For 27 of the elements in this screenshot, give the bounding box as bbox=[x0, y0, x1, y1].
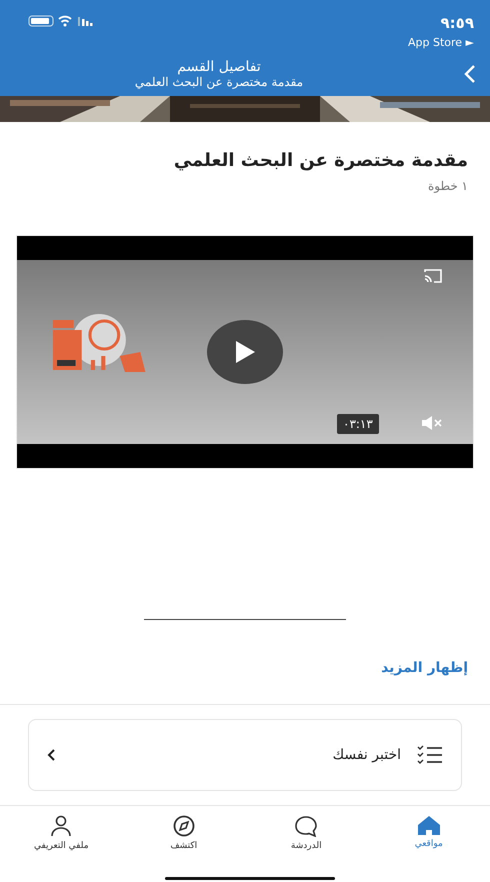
back-icon[interactable] bbox=[464, 64, 476, 84]
show-more-link[interactable]: إظهار المزيد bbox=[381, 660, 468, 676]
chevron-icon bbox=[47, 749, 55, 761]
tab-bar-item[interactable]: مواقعي bbox=[368, 814, 490, 852]
user-icon bbox=[49, 815, 74, 837]
tab-bar-item[interactable]: الدردشة bbox=[245, 814, 368, 852]
tab-bar-item[interactable]: ملفي التعريفي bbox=[0, 814, 122, 852]
status-time: ٩:٥٩ bbox=[440, 14, 474, 32]
quiz-label: اختبر نفسك bbox=[332, 747, 401, 763]
home-icon bbox=[416, 815, 441, 835]
checklist-icon bbox=[417, 745, 443, 765]
header-title: تفاصيل القسم bbox=[177, 59, 261, 75]
signal-icon bbox=[78, 17, 92, 26]
play-icon bbox=[234, 340, 256, 364]
section-title: مقدمة مختصرة عن البحث العلمي bbox=[172, 150, 468, 171]
tab-bar-item[interactable]: اكتشف bbox=[122, 814, 245, 852]
back-to-app-link[interactable]: App Store ► bbox=[408, 36, 474, 49]
header-subtitle: مقدمة مختصرة عن البحث العلمي bbox=[134, 75, 304, 89]
wifi-icon bbox=[58, 16, 72, 26]
video-duration: ٠٣:١٣ bbox=[337, 414, 379, 434]
video-player[interactable]: ٠٣:١٣ bbox=[16, 235, 474, 469]
cast-icon[interactable] bbox=[423, 268, 443, 284]
compass-icon bbox=[172, 815, 196, 837]
battery-icon bbox=[28, 16, 54, 26]
quiz-card[interactable]: اختبر نفسك bbox=[28, 719, 462, 791]
step-count: ١ خطوة bbox=[426, 179, 468, 193]
chat-icon bbox=[294, 815, 318, 837]
